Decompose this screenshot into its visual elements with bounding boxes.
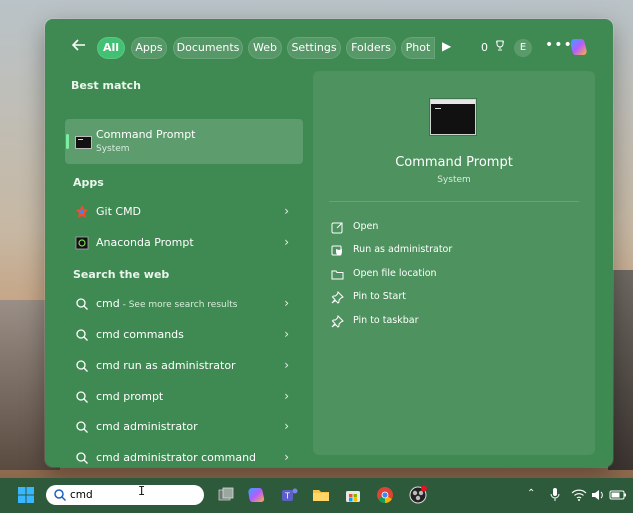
chevron-right-icon[interactable]: › (284, 204, 289, 218)
web-result-label: cmd - See more search results (96, 297, 237, 310)
action-open[interactable]: Open (331, 219, 571, 237)
folder-icon (331, 270, 344, 280)
chevron-right-icon[interactable]: › (284, 235, 289, 249)
results-list: Best match Command Prompt System Apps Gi… (45, 71, 313, 467)
file-explorer-icon[interactable] (311, 485, 331, 505)
best-match-header: Best match (71, 79, 141, 92)
anaconda-icon (75, 236, 89, 250)
chevron-right-icon[interactable]: › (284, 389, 289, 403)
best-match-item[interactable]: Command Prompt System (65, 119, 303, 164)
search-icon (76, 452, 88, 464)
action-open-file-location[interactable]: Open file location (331, 266, 571, 284)
preview-title: Command Prompt (395, 155, 513, 170)
action-label: Pin to taskbar (353, 315, 419, 326)
back-arrow-icon[interactable] (71, 37, 89, 57)
action-pin-to-start[interactable]: Pin to Start (331, 289, 571, 307)
wifi-icon[interactable] (571, 488, 587, 502)
search-icon (76, 391, 88, 403)
web-result-cmd-administrator[interactable]: cmd administrator › (65, 413, 303, 441)
best-match-subtitle: System (96, 144, 130, 154)
action-label: Open file location (353, 268, 437, 279)
action-label: Run as administrator (353, 244, 453, 255)
web-result-cmd-prompt[interactable]: cmd prompt › (65, 383, 303, 411)
filter-bar: All Apps Documents Web Settings Folders … (45, 19, 613, 77)
microphone-icon[interactable] (548, 487, 562, 503)
chevron-right-icon[interactable]: › (284, 419, 289, 433)
web-result-cmd-run-as-admin[interactable]: cmd run as administrator › (65, 352, 303, 380)
text-cursor-icon: I (138, 484, 146, 498)
rewards-score[interactable]: 0 (481, 40, 505, 54)
web-result-label: cmd run as administrator (96, 359, 236, 372)
tab-apps[interactable]: Apps (131, 37, 167, 59)
scroll-tabs-play-icon[interactable]: ▶ (442, 39, 451, 53)
chevron-right-icon[interactable]: › (284, 327, 289, 341)
pin-icon (331, 291, 344, 304)
apps-header: Apps (73, 176, 104, 189)
app-item-anaconda-prompt[interactable]: Anaconda Prompt › (65, 229, 303, 257)
command-prompt-icon (75, 136, 92, 149)
windows-start-icon[interactable] (18, 487, 34, 503)
preview-subtitle: System (437, 175, 471, 185)
app-item-label: Git CMD (96, 205, 142, 218)
chevron-right-icon[interactable]: › (284, 450, 289, 464)
search-web-header: Search the web (73, 268, 170, 281)
web-result-hint: - See more search results (119, 300, 238, 310)
svg-text:T: T (284, 492, 290, 501)
teams-icon[interactable]: T (280, 485, 300, 505)
trophy-icon (495, 40, 504, 51)
show-hidden-icons-icon[interactable]: ⌃ (527, 488, 535, 499)
start-search-panel: All Apps Documents Web Settings Folders … (45, 19, 613, 467)
web-result-cmd[interactable]: cmd - See more search results › (65, 290, 303, 318)
divider (329, 201, 579, 202)
web-result-label: cmd administrator command (96, 451, 257, 464)
tab-documents[interactable]: Documents (173, 37, 243, 59)
selection-indicator (66, 134, 69, 149)
battery-icon[interactable] (609, 488, 627, 502)
tab-settings[interactable]: Settings (287, 37, 341, 59)
action-label: Pin to Start (353, 291, 406, 302)
task-view-icon[interactable] (216, 485, 236, 505)
search-icon (76, 421, 88, 433)
obs-icon[interactable] (408, 485, 428, 505)
git-icon (76, 205, 88, 218)
taskbar-search-box[interactable] (46, 485, 204, 505)
chrome-icon[interactable] (375, 485, 395, 505)
action-label: Open (353, 221, 379, 232)
search-icon (76, 329, 88, 341)
search-icon (76, 298, 88, 310)
tab-photos[interactable]: Phot (401, 37, 435, 59)
app-item-git-cmd[interactable]: Git CMD › (65, 198, 303, 226)
best-match-title: Command Prompt (96, 128, 196, 141)
search-icon (76, 360, 88, 372)
pin-icon (331, 315, 344, 328)
web-result-label: cmd prompt (96, 390, 164, 403)
account-avatar[interactable]: E (514, 39, 532, 57)
rewards-points: 0 (481, 41, 488, 54)
taskbar: T ⌃ (0, 478, 633, 513)
web-result-label: cmd administrator (96, 420, 198, 433)
web-result-label: cmd commands (96, 328, 184, 341)
app-item-label: Anaconda Prompt (96, 236, 194, 249)
tab-web[interactable]: Web (248, 37, 282, 59)
preview-pane: Command Prompt System Open Run as admini… (313, 71, 595, 455)
open-icon (331, 222, 343, 234)
copilot-taskbar-icon[interactable] (247, 485, 267, 505)
action-run-as-administrator[interactable]: Run as administrator (331, 242, 571, 260)
web-result-query: cmd (96, 297, 120, 310)
chevron-right-icon[interactable]: › (284, 358, 289, 372)
chevron-right-icon[interactable]: › (284, 296, 289, 310)
volume-icon[interactable] (591, 488, 605, 502)
tab-folders[interactable]: Folders (346, 37, 396, 59)
tab-all[interactable]: All (97, 37, 125, 59)
microsoft-store-icon[interactable] (343, 485, 363, 505)
search-input[interactable] (70, 487, 190, 503)
search-icon (54, 489, 67, 502)
web-result-cmd-administrator-command[interactable]: cmd administrator command › (65, 444, 303, 472)
web-result-cmd-commands[interactable]: cmd commands › (65, 321, 303, 349)
action-pin-to-taskbar[interactable]: Pin to taskbar (331, 313, 571, 331)
shield-icon (331, 245, 342, 256)
copilot-icon[interactable] (569, 36, 591, 58)
command-prompt-large-icon (430, 99, 476, 135)
